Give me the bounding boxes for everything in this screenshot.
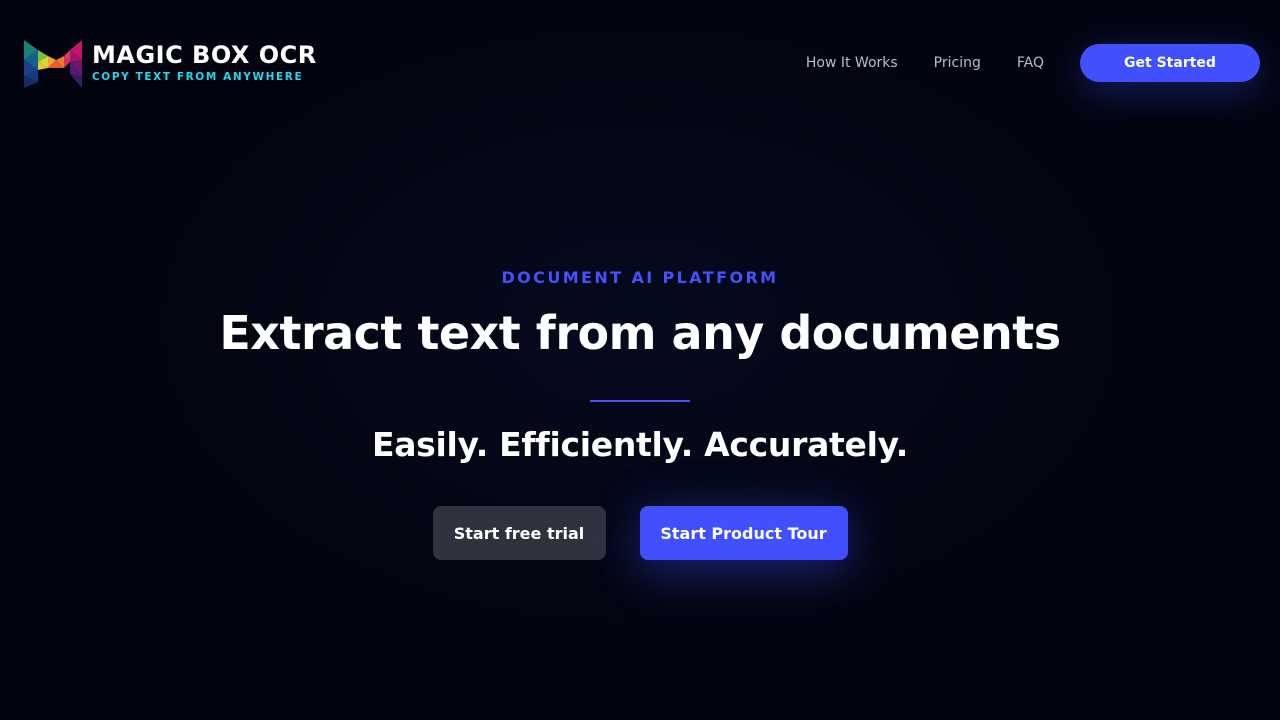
brand-logo-link[interactable]: MAGIC BOX OCR COPY TEXT FROM ANYWHERE [24, 38, 317, 88]
nav-link-how-it-works[interactable]: How It Works [806, 55, 898, 71]
hero-divider [590, 400, 690, 402]
brand-name: MAGIC BOX OCR [92, 41, 317, 69]
magic-box-m-logo-icon [24, 40, 82, 88]
hero-cta-row: Start free trial Start Product Tour [0, 506, 1280, 560]
start-product-tour-button[interactable]: Start Product Tour [639, 506, 848, 560]
start-free-trial-button[interactable]: Start free trial [432, 506, 606, 560]
hero-headline: Extract text from any documents [219, 306, 1061, 360]
hero-subheadline: Easily. Efficiently. Accurately. [371, 425, 909, 464]
hero-eyebrow: DOCUMENT AI PLATFORM [501, 268, 779, 287]
brand-tagline: COPY TEXT FROM ANYWHERE [92, 71, 304, 83]
main-nav: How It Works Pricing FAQ Get Started [806, 44, 1260, 82]
nav-link-faq[interactable]: FAQ [1017, 55, 1044, 71]
brand-text: MAGIC BOX OCR COPY TEXT FROM ANYWHERE [92, 42, 317, 84]
landing-page: MAGIC BOX OCR COPY TEXT FROM ANYWHERE Ho… [0, 0, 1280, 720]
hero-section: DOCUMENT AI PLATFORM Extract text from a… [0, 260, 1280, 560]
nav-link-pricing[interactable]: Pricing [934, 55, 981, 71]
get-started-button[interactable]: Get Started [1080, 44, 1260, 82]
site-header: MAGIC BOX OCR COPY TEXT FROM ANYWHERE Ho… [0, 0, 1280, 126]
